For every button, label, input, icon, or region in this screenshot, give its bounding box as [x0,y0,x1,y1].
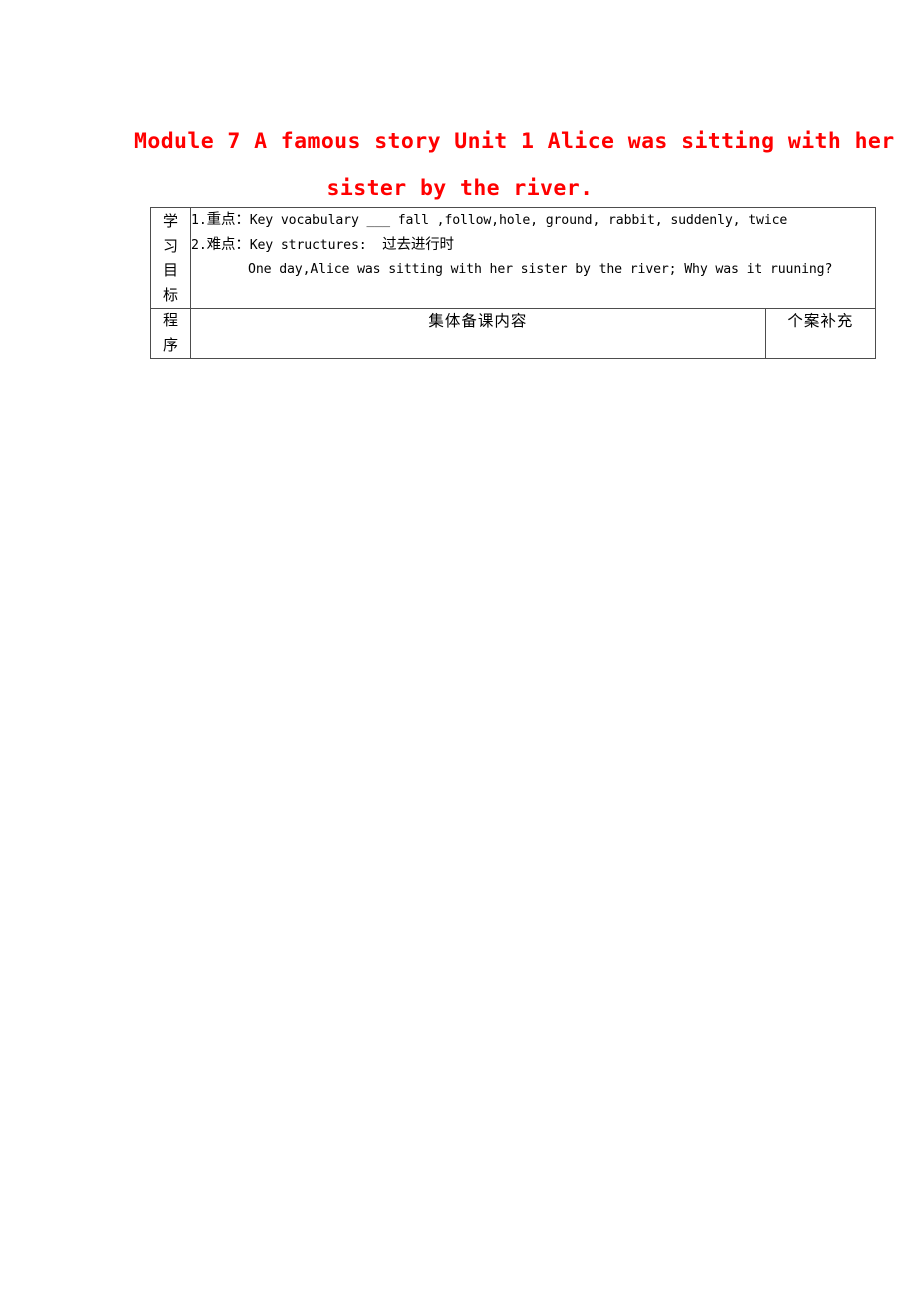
objectives-label-vertical: 学 习 目 标 [151,208,190,308]
document-page: Module 7 A famous story Unit 1 Alice was… [0,0,920,1302]
objectives-line-2-number: 2. [191,238,207,253]
objectives-line-1-cjk: 重点： [206,212,250,228]
objectives-line-1-text: Key vocabulary ___ fall ,follow,hole, gr… [249,213,788,228]
objectives-label-char-2: 习 [163,238,179,255]
objectives-line-1-number: 1. [191,213,207,228]
page-title-line-2: sister by the river. [326,176,594,201]
collective-preparation-cell: 集体备课内容 [190,308,766,359]
table-row-objectives: 学 习 目 标 1.重点：Key vocabulary ___ fall ,fo… [149,207,876,309]
objectives-label-char-4: 标 [163,287,179,304]
procedure-label-vertical: 程 序 [151,309,190,358]
procedure-label-char-1: 程 [163,313,179,329]
procedure-label-char-2: 序 [163,337,179,354]
lesson-plan-table: 学 习 目 标 1.重点：Key vocabulary ___ fall ,fo… [149,207,877,359]
objectives-label-char-3: 目 [163,263,179,279]
page-title: Module 7 A famous story Unit 1 Alice was… [130,118,895,212]
objectives-line-2-tense: 过去进行时 [382,237,454,253]
objectives-cell-spacer [191,282,875,304]
objectives-line-key-vocabulary: 1.重点：Key vocabulary ___ fall ,follow,hol… [191,208,875,233]
objectives-line-2-text: Key structures: [249,238,383,253]
objectives-line-2-cjk: 难点： [206,237,250,253]
procedure-label-cell: 程 序 [149,308,192,359]
individual-supplement-cell: 个案补充 [764,308,877,359]
objectives-label-cell: 学 习 目 标 [149,207,192,309]
objectives-content-cell: 1.重点：Key vocabulary ___ fall ,follow,hol… [190,207,876,309]
objectives-line-example-sentence: One day,Alice was sitting with her siste… [248,262,833,277]
objectives-label-char-1: 学 [163,214,179,230]
objectives-line-key-structures: 2.难点：Key structures: 过去进行时 [191,233,875,258]
table-row-procedure: 程 序 集体备课内容 个案补充 [149,308,877,359]
page-title-line-1: Module 7 A famous story Unit 1 Alice was… [134,129,895,154]
